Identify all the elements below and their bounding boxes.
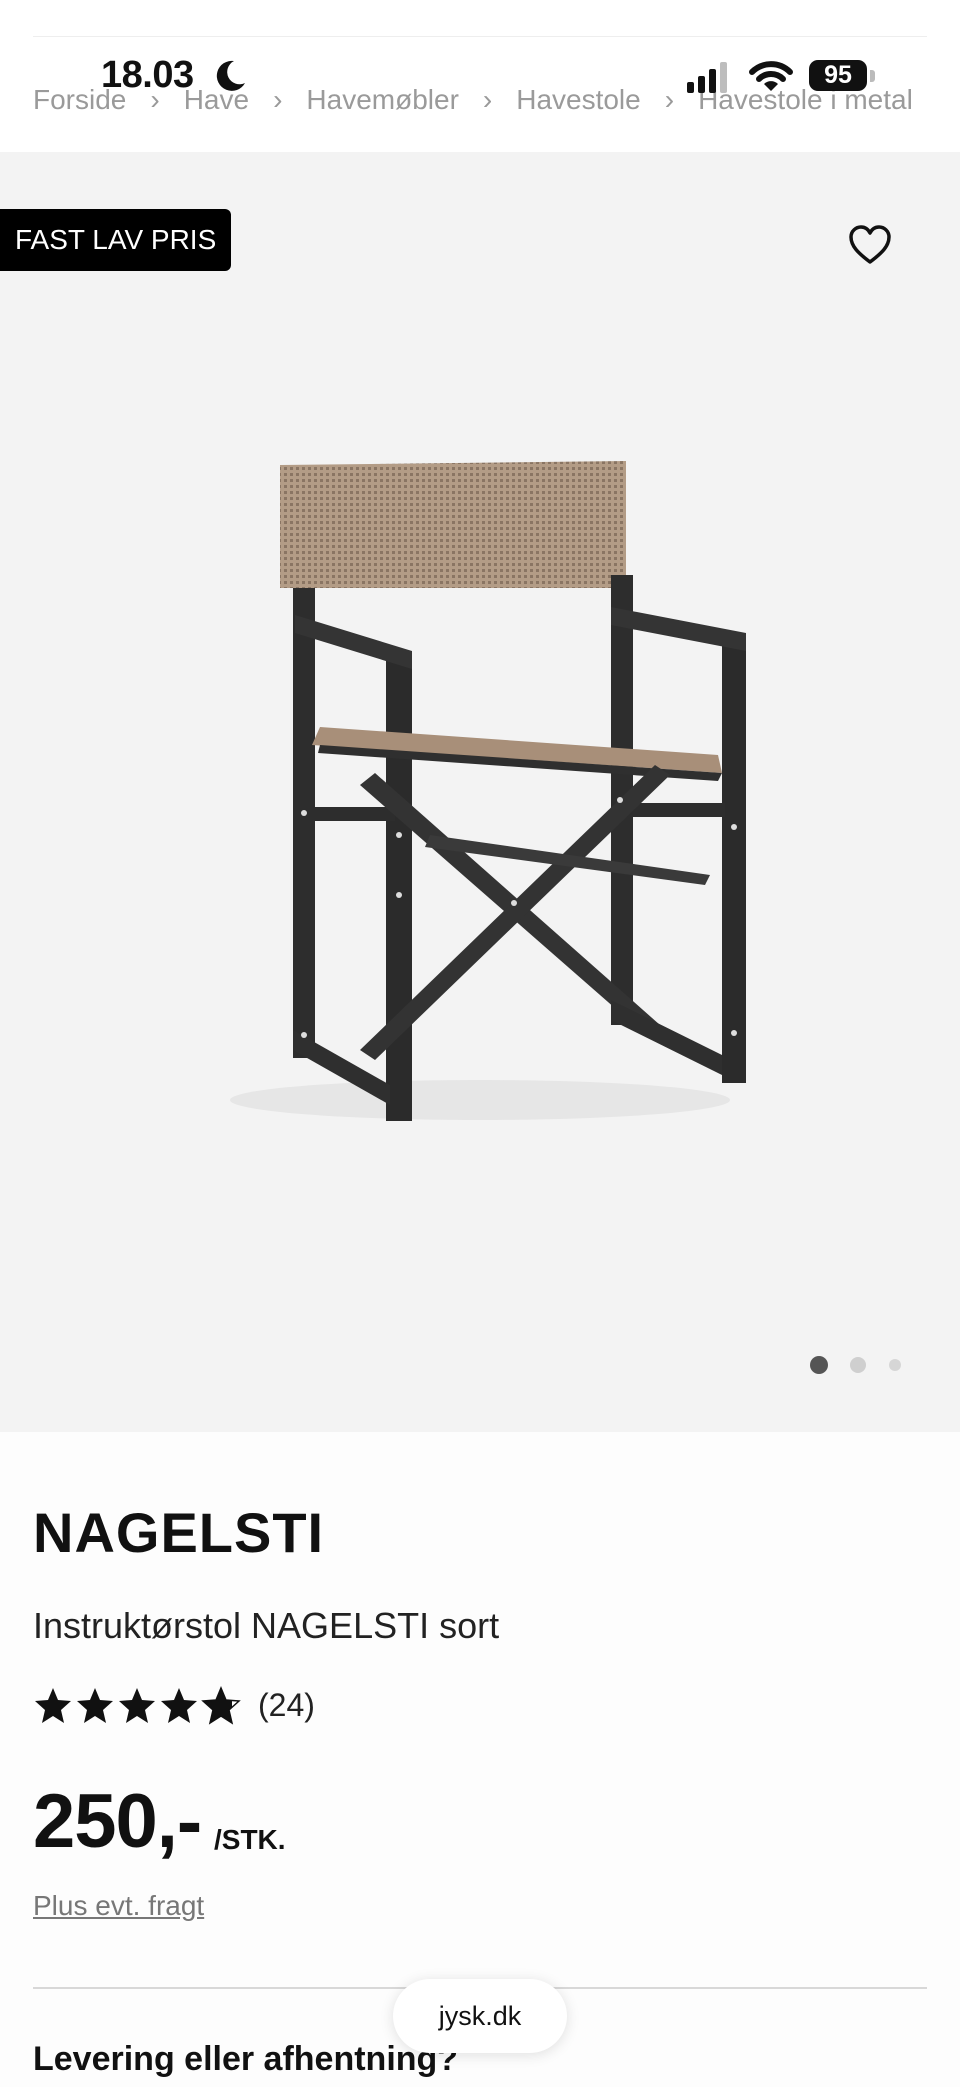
breadcrumb-item-havestole-metal[interactable]: Havestole i metal (698, 84, 913, 116)
review-count[interactable]: (24) (258, 1687, 315, 1724)
gallery-dot[interactable] (850, 1357, 866, 1373)
breadcrumb-separator: › (664, 83, 675, 115)
breadcrumb-separator: › (482, 83, 493, 115)
rating-stars[interactable] (33, 1686, 243, 1726)
battery-nub (870, 70, 875, 82)
browser-url-pill[interactable]: jysk.dk (393, 1979, 567, 2053)
product-description: Instruktørstol NAGELSTI sort (33, 1605, 500, 1646)
star-icon (35, 1688, 71, 1723)
delivery-heading[interactable]: Levering eller afhentning? (33, 2040, 458, 2079)
gallery-dot-active[interactable] (810, 1356, 828, 1374)
star-icon (119, 1688, 155, 1723)
battery-level: 95 (809, 60, 867, 91)
price-badge: FAST LAV PRIS (0, 209, 232, 271)
star-icon (77, 1688, 113, 1723)
breadcrumb-item-havemobler[interactable]: Havemøbler (306, 84, 458, 116)
moon-icon (216, 60, 245, 91)
wifi-icon (749, 61, 793, 91)
price-unit: /STK. (214, 1824, 286, 1855)
top-bar: Forside › Have › Havemøbler › Havestole › Havest… (0, 0, 960, 152)
battery-indicator: 95 (809, 58, 879, 94)
breadcrumb-separator: › (273, 83, 283, 115)
product-price: 250,- (33, 1779, 202, 1864)
status-time: 18.03 (101, 54, 194, 96)
freight-link[interactable]: Plus evt. fragt (33, 1890, 204, 1922)
product-name: NAGELSTI (33, 1501, 325, 1564)
heart-outline-icon[interactable] (846, 221, 894, 269)
star-partial-icon (202, 1687, 240, 1724)
signal-icon (687, 62, 727, 93)
star-icon (161, 1688, 197, 1723)
gallery-dot[interactable] (889, 1359, 901, 1371)
product-image (230, 461, 746, 1121)
breadcrumb-item-havestole[interactable]: Havestole (516, 84, 641, 116)
top-divider (33, 36, 927, 37)
